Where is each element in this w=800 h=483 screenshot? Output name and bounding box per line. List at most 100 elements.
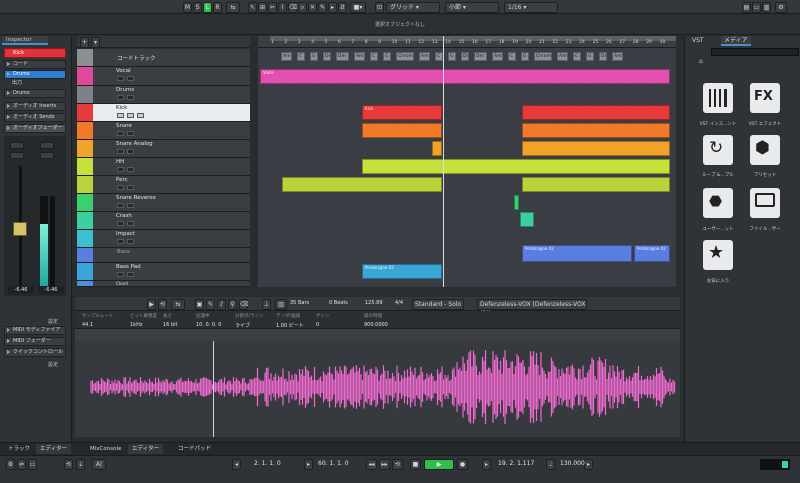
volume-readout[interactable]: -6.46 — [8, 286, 34, 294]
layout-bottom-button[interactable]: ▭ — [752, 2, 761, 13]
add-track-button[interactable]: + — [80, 37, 89, 48]
solo-button[interactable] — [127, 239, 134, 244]
playhead[interactable] — [443, 36, 444, 287]
chord-event[interactable]: C — [573, 52, 581, 61]
bass-part[interactable]: Perlonagne 02 — [522, 245, 632, 262]
mode-button-r[interactable]: R — [213, 2, 222, 13]
track-snare[interactable]: Snare — [77, 122, 250, 140]
track-snare-analog[interactable]: Snare Analog — [77, 140, 250, 158]
record-button[interactable]: ● — [457, 459, 468, 470]
audio-editor-ruler[interactable] — [75, 329, 680, 341]
media-search-field[interactable] — [711, 48, 799, 56]
inspector-tab[interactable]: Inspector — [2, 36, 48, 45]
lz-draw-tool[interactable]: ✎ — [206, 299, 215, 310]
chord-event[interactable]: Dm — [323, 52, 331, 61]
mute-button[interactable] — [117, 239, 124, 244]
track-drums[interactable]: Drums — [77, 86, 250, 104]
audio-clip-select[interactable]: Defenzeless-VOX (Defenzeless-VOX (3)) — [477, 299, 587, 317]
waveform-display[interactable] — [75, 341, 680, 437]
forward-button[interactable]: ▸▸ — [379, 459, 390, 470]
tab-mixconsole[interactable]: MixConsole — [86, 444, 125, 454]
left-locator-field[interactable]: 2. 1. 1. 0 — [254, 458, 281, 469]
mute-button[interactable] — [117, 272, 124, 277]
range-tool[interactable]: ⊞ — [258, 2, 267, 13]
snap-toggle[interactable]: ⊡ — [375, 2, 384, 13]
cycle-button[interactable]: ⟲ — [392, 459, 403, 470]
quantize-select[interactable]: 1/16 ▾ — [504, 2, 558, 13]
snare-reverse-part[interactable] — [514, 195, 519, 210]
chord-event[interactable]: C — [435, 52, 443, 61]
tab-vst[interactable]: VST — [689, 36, 707, 46]
listen-button[interactable] — [10, 152, 24, 159]
track-bass-pad[interactable]: Bass Pad — [77, 263, 250, 281]
track-list-scroll[interactable] — [251, 49, 257, 287]
play-tool[interactable]: ▸ — [328, 2, 337, 13]
home-icon[interactable]: ⌂ — [699, 58, 703, 65]
mute-button[interactable] — [117, 203, 124, 208]
left-locator-button[interactable]: ◂ — [232, 459, 241, 470]
project-ruler[interactable] — [258, 36, 676, 48]
lz-speaker-tool[interactable]: ♪ — [217, 299, 226, 310]
track-impact[interactable]: Impact — [77, 230, 250, 248]
snare-part-2[interactable] — [522, 123, 670, 138]
track-hh[interactable]: HH — [77, 158, 250, 176]
solo-button[interactable] — [127, 131, 134, 136]
bass-pad-part[interactable]: Perlonagne 02 — [362, 264, 442, 279]
vocal-part[interactable]: Voice — [260, 69, 670, 84]
solo-button[interactable] — [127, 203, 134, 208]
audio-info-value[interactable]: 16 bit — [163, 322, 177, 328]
mute-tool[interactable]: ✕ — [308, 2, 317, 13]
chord-event[interactable]: C — [370, 52, 378, 61]
mute-button[interactable] — [117, 113, 124, 118]
click-button[interactable]: ♩ — [546, 459, 555, 470]
comp-tool[interactable]: ⇵ — [338, 2, 347, 13]
layout-settings-button[interactable]: ⚙ — [775, 2, 787, 13]
transport-cycle-mode[interactable]: ⟲ — [64, 459, 73, 470]
track-vocal[interactable]: Vocal — [77, 67, 250, 86]
perc-part[interactable] — [282, 177, 442, 192]
rewind-button[interactable]: ◂◂ — [366, 459, 377, 470]
right-locator-button[interactable]: ▸ — [304, 459, 313, 470]
grid-type-select[interactable]: 小節 ▾ — [445, 2, 499, 13]
chord-event[interactable]: Dm — [599, 52, 607, 61]
audio-info-value[interactable]: ライブ — [235, 322, 250, 329]
chord-event[interactable]: C — [297, 52, 305, 61]
audio-play-button[interactable]: ▶ — [147, 299, 156, 310]
chord-event[interactable]: G — [521, 52, 529, 61]
chord-event[interactable]: Dm — [474, 52, 487, 61]
chord-event[interactable]: Chrom — [534, 52, 552, 61]
inspector-row-midi-fader[interactable]: MIDI フェーダー — [4, 337, 66, 346]
bass-part-2[interactable]: Perlonagne 02 — [634, 245, 670, 262]
position-field[interactable]: 19. 2. 1.117 — [498, 458, 534, 469]
track-crash[interactable]: Crash — [77, 212, 250, 230]
mode-button-l[interactable]: L — [203, 2, 212, 13]
track-filter-button[interactable]: ▾ — [91, 37, 100, 48]
color-tool[interactable]: ■▾ — [350, 2, 366, 13]
perc-part-2[interactable] — [522, 177, 670, 192]
transport-sync-button[interactable]: ▭ — [28, 459, 37, 470]
mute-button[interactable] — [117, 131, 124, 136]
audio-info-value[interactable]: 44.1 — [82, 322, 93, 328]
pan-readout[interactable]: -6.46 — [38, 286, 64, 294]
pointer-tool[interactable]: ↖ — [248, 2, 257, 13]
kick-part[interactable]: Kick — [362, 105, 442, 120]
mute-button[interactable] — [117, 185, 124, 190]
mute-button[interactable] — [10, 142, 24, 149]
inspector-track-name[interactable]: Kick — [4, 48, 66, 58]
transport-settings-button[interactable]: ⚙ — [6, 459, 15, 470]
solo-button[interactable] — [127, 76, 134, 81]
file-browser-tile[interactable] — [750, 188, 780, 218]
mode-button-m[interactable]: M — [183, 2, 192, 13]
tab-track[interactable]: トラック — [4, 444, 34, 454]
chord-event[interactable]: G — [448, 52, 456, 61]
mute-button[interactable] — [117, 149, 124, 154]
presets-tile[interactable]: ⬢ — [750, 135, 780, 165]
draw-tool[interactable]: ✎ — [318, 2, 327, 13]
layout-right-button[interactable]: ▥ — [762, 2, 771, 13]
solo-button[interactable] — [127, 221, 134, 226]
lz-range-tool[interactable]: ▣ — [195, 299, 204, 310]
transport-punch-button[interactable]: ⇣ — [76, 459, 85, 470]
mute-button[interactable] — [117, 221, 124, 226]
solo-button[interactable] — [40, 142, 54, 149]
tempo-track-button[interactable]: ▸ — [584, 459, 593, 470]
